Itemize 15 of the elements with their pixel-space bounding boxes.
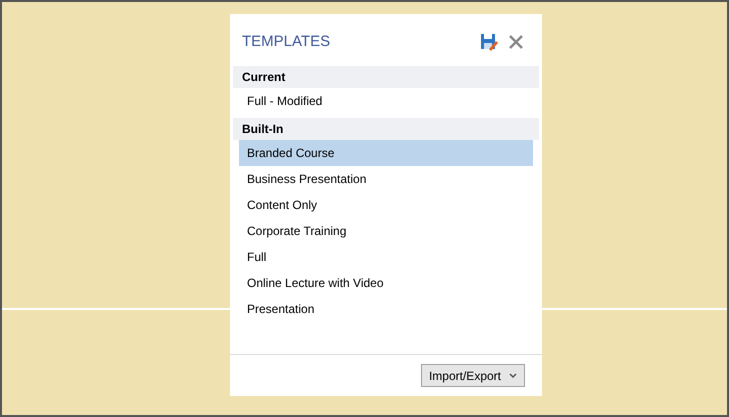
template-item[interactable]: Business Presentation <box>239 166 533 192</box>
group-heading: Built-In <box>233 118 539 140</box>
group-heading: Current <box>233 66 539 88</box>
save-icon[interactable] <box>480 33 498 51</box>
template-item[interactable]: Full - Modified <box>239 88 533 114</box>
template-item[interactable]: Branded Course <box>239 140 533 166</box>
template-item[interactable]: Content Only <box>239 192 533 218</box>
import-export-dropdown[interactable]: Import/Export <box>420 364 525 387</box>
template-item[interactable]: Corporate Training <box>239 218 533 244</box>
template-item[interactable]: Presentation <box>239 296 533 322</box>
template-item[interactable]: Online Lecture with Video <box>239 270 533 296</box>
close-icon[interactable] <box>508 34 524 50</box>
panel-title: TEMPLATES <box>242 32 330 52</box>
caret-icon <box>509 372 517 378</box>
template-item[interactable]: Full <box>239 244 533 270</box>
